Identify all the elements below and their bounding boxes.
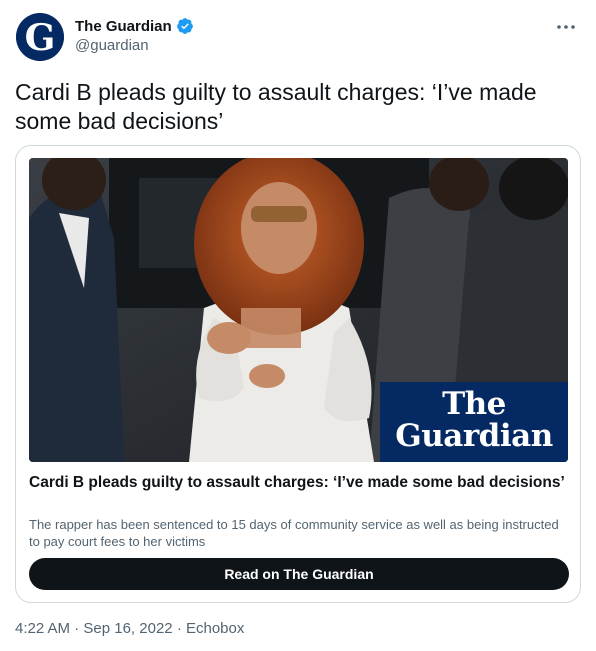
account-name-block: The Guardian @guardian bbox=[75, 17, 194, 54]
link-preview-card[interactable]: The Guardian Cardi B pleads guilty to as… bbox=[15, 145, 581, 603]
tweet-meta: 4:22 AM · Sep 16, 2022 · Echobox bbox=[15, 620, 244, 637]
card-image[interactable]: The Guardian bbox=[29, 158, 568, 462]
card-title[interactable]: Cardi B pleads guilty to assault charges… bbox=[29, 473, 569, 493]
display-name[interactable]: The Guardian bbox=[75, 18, 172, 35]
avatar-letter: G bbox=[25, 17, 56, 59]
name-row: The Guardian bbox=[75, 17, 194, 35]
avatar[interactable]: G bbox=[16, 13, 64, 61]
meta-separator: · bbox=[74, 620, 80, 637]
logo-line-the: The bbox=[442, 386, 506, 422]
verified-badge-icon bbox=[176, 17, 194, 35]
account-handle[interactable]: @guardian bbox=[75, 37, 194, 54]
more-horizontal-icon[interactable] bbox=[554, 17, 578, 37]
read-on-guardian-button[interactable]: Read on The Guardian bbox=[29, 558, 569, 590]
card-description: The rapper has been sentenced to 15 days… bbox=[29, 517, 559, 549]
tweet-date[interactable]: Sep 16, 2022 bbox=[83, 620, 172, 637]
tweet-time[interactable]: 4:22 AM bbox=[15, 620, 70, 637]
tweet-text: Cardi B pleads guilty to assault charges… bbox=[15, 79, 537, 134]
logo-line-guardian: Guardian bbox=[395, 418, 553, 454]
tweet-header: G The Guardian @guardian bbox=[16, 13, 582, 61]
meta-separator: · bbox=[176, 620, 182, 637]
tweet-source: Echobox bbox=[185, 620, 245, 637]
guardian-logo-icon: G bbox=[16, 13, 64, 61]
guardian-logo: The Guardian bbox=[380, 382, 568, 462]
